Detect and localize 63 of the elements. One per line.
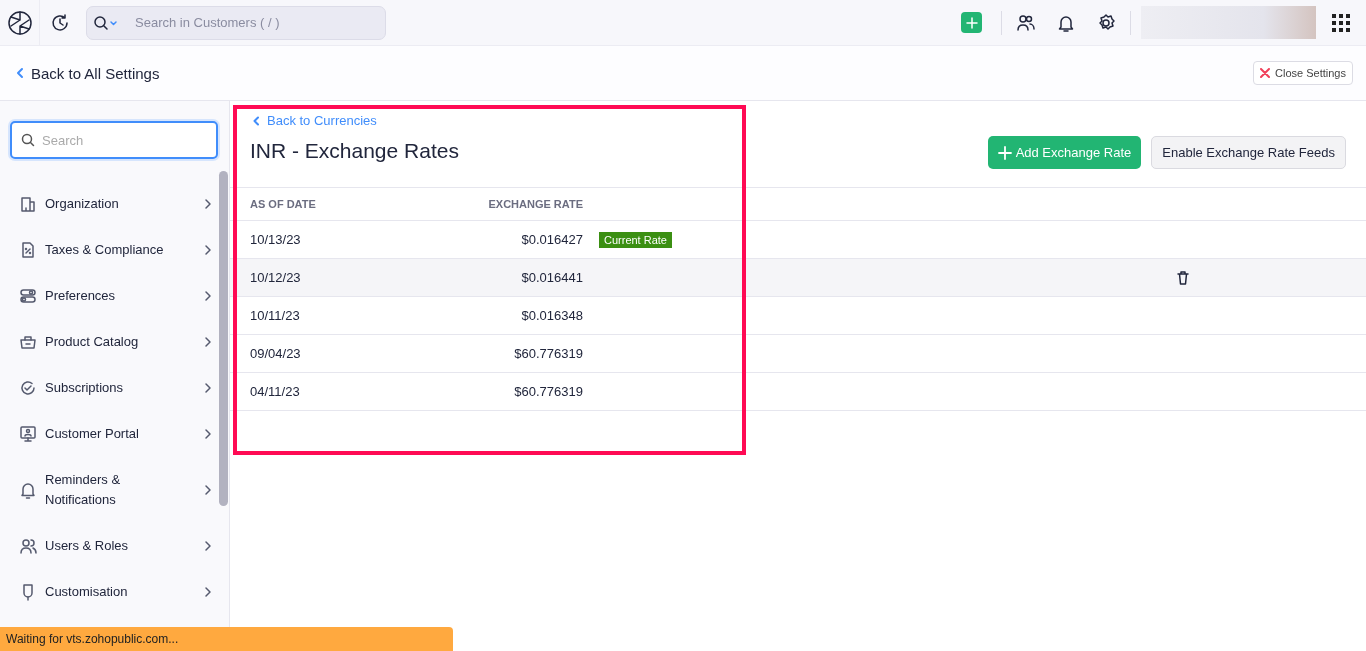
table-cell-text: $0.016348: [520, 308, 583, 323]
chevron-right-icon: [204, 336, 212, 348]
users-icon: [19, 537, 37, 555]
building-icon: [19, 195, 37, 213]
sidebar-item[interactable]: Users & Roles: [10, 523, 212, 569]
chevron-left-icon: [16, 67, 24, 79]
sidebar-item[interactable]: Product Catalog: [10, 319, 212, 365]
history-icon[interactable]: [50, 12, 70, 33]
plus-icon: [965, 16, 978, 29]
chevron-right-icon: [204, 484, 212, 496]
table-cell-text: 09/04/23: [250, 346, 302, 361]
sidebar-item[interactable]: Taxes & Compliance: [10, 227, 212, 273]
chevron-right-icon: [204, 244, 212, 256]
chevron-right-icon: [204, 290, 212, 302]
toggles-icon: [19, 287, 37, 305]
sidebar-item[interactable]: Preferences: [10, 273, 212, 319]
trash-icon[interactable]: [1176, 269, 1190, 286]
chevron-right-icon: [204, 198, 212, 210]
settings-icon[interactable]: [1096, 12, 1116, 33]
search-icon: [94, 14, 118, 31]
users-icon[interactable]: [1016, 12, 1036, 33]
monitor-icon: [19, 425, 37, 443]
check-circle-icon: [19, 379, 37, 397]
scrollbar-thumb[interactable]: [219, 171, 228, 506]
chevron-right-icon: [204, 586, 212, 598]
sidebar-item[interactable]: Reminders & Notifications: [10, 457, 212, 523]
search-field[interactable]: Search: [10, 121, 218, 159]
table-cell-text: 10/12/23: [250, 270, 302, 285]
table-row[interactable]: 09/04/23 $60.776319: [230, 335, 1366, 373]
sidebar-item[interactable]: Subscriptions: [10, 365, 212, 411]
table-row[interactable]: 10/12/23 $0.016441: [230, 259, 1366, 297]
basket-icon: [19, 333, 37, 351]
sidebar-item[interactable]: Organization: [10, 181, 212, 227]
table-cell-text: 10/11/23: [250, 308, 301, 323]
search-icon: [21, 133, 35, 147]
close-icon: [1260, 68, 1271, 78]
column-header: EXCHANGE RATE: [487, 198, 583, 210]
plus-icon: [997, 145, 1012, 160]
current-rate-badge: Current Rate: [599, 232, 672, 248]
page-title: INR - Exchange Rates: [250, 139, 459, 163]
enable-feeds-button[interactable]: Enable Exchange Rate Feeds: [1151, 136, 1346, 169]
status-bar: Waiting for vts.zohopublic.com...: [0, 627, 453, 651]
logo-icon: [6, 9, 33, 36]
chevron-left-icon: [252, 115, 260, 126]
document-icon: [19, 241, 37, 259]
table-row[interactable]: 04/11/23 $60.776319: [230, 373, 1366, 411]
table-cell-text: 10/13/23: [250, 232, 302, 247]
sidebar-item[interactable]: Customer Portal: [10, 411, 212, 457]
table-cell-text: 04/11/23: [250, 384, 301, 399]
chevron-right-icon: [204, 428, 212, 440]
sidebar-item[interactable]: Customisation: [10, 569, 212, 615]
chevron-right-icon: [204, 540, 212, 552]
table-cell-text: $0.016427: [520, 232, 583, 247]
bell-icon: [19, 481, 37, 499]
table-cell-text: $0.016441: [520, 270, 583, 285]
close-settings-button[interactable]: Close Settings: [1253, 61, 1353, 85]
apps-grid-icon[interactable]: [1332, 13, 1350, 32]
column-header: AS OF DATE: [250, 198, 317, 210]
table-cell-text: $60.776319: [513, 346, 583, 361]
table-row[interactable]: 10/11/23 $0.016348: [230, 297, 1366, 335]
back-link[interactable]: Back to All Settings: [16, 64, 160, 82]
table-cell-text: $60.776319: [513, 384, 583, 399]
chevron-right-icon: [204, 382, 212, 394]
